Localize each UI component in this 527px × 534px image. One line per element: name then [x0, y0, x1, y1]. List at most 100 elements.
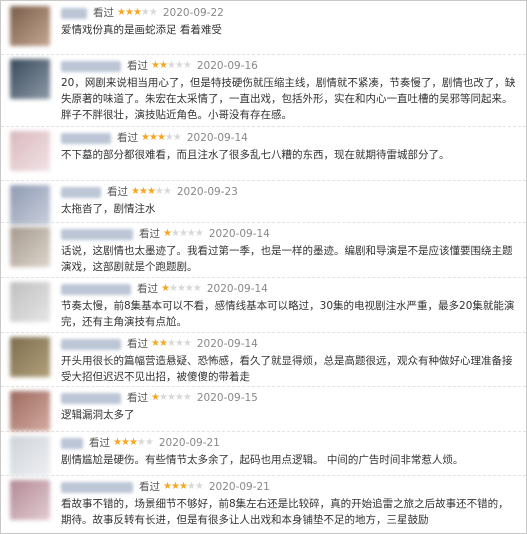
star-rating: ★★★★★	[151, 59, 192, 73]
review-text: 看故事不错的，场景细节不够好，前8集左右还是比较碎，真的开始追雷之旅之后故事还不…	[61, 498, 509, 526]
user-avatar[interactable]	[10, 185, 50, 225]
star-icon: ★	[186, 228, 196, 239]
review-item: 看过 ★★★★★ 2020-09-22 爱情戏份真的是画蛇添足 看着难受	[1, 1, 526, 55]
review-text: 逻辑漏洞太多了	[61, 409, 135, 421]
seen-label: 看过	[127, 60, 148, 72]
username-blurred[interactable]	[61, 437, 83, 449]
username-blurred[interactable]	[61, 283, 131, 295]
star-icon: ★	[128, 437, 138, 448]
user-avatar[interactable]	[10, 391, 50, 431]
review-meta: 看过 ★★★★★ 2020-09-14	[61, 227, 270, 241]
username-blurred[interactable]	[61, 132, 111, 144]
review-meta: 看过 ★★★★★ 2020-09-22	[61, 6, 224, 20]
user-avatar[interactable]	[10, 59, 50, 99]
star-icon: ★	[182, 392, 192, 403]
review-meta: 看过 ★★★★★ 2020-09-16	[61, 59, 258, 73]
user-avatar[interactable]	[10, 6, 50, 46]
review-text: 话说，这剧情也太墨迹了。我看过第一季，也是一样的墨迹。编剧和导演是不是应该懂要围…	[61, 245, 513, 273]
review-text: 剧情尴尬是硬伤。有些情节太多余了，起码也用点逻辑。 中间的广告时间非常惹人烦。	[61, 454, 464, 466]
user-avatar[interactable]	[10, 282, 50, 322]
star-icon: ★	[186, 481, 196, 492]
username-blurred[interactable]	[61, 186, 101, 198]
star-rating: ★★★★★	[151, 337, 192, 351]
star-icon: ★	[163, 481, 172, 492]
user-avatar[interactable]	[10, 227, 50, 267]
star-icon: ★	[158, 392, 168, 403]
review-panel: 看过 ★★★★★ 2020-09-22 爱情戏份真的是画蛇添足 看着难受 看过 ★★★…	[0, 0, 527, 534]
star-rating: ★★★★★	[117, 6, 158, 20]
star-icon: ★	[124, 7, 134, 18]
username-blurred[interactable]	[61, 392, 121, 404]
star-icon: ★	[154, 186, 164, 197]
username-blurred[interactable]	[61, 7, 87, 19]
user-avatar[interactable]	[10, 480, 50, 520]
star-icon: ★	[158, 60, 168, 71]
star-icon: ★	[146, 186, 156, 197]
review-meta: 看过 ★★★★★ 2020-09-15	[61, 391, 258, 405]
review-item: 看过 ★★★★★ 2020-09-21 看故事不错的，场景细节不够好，前8集左右还是…	[1, 475, 526, 533]
seen-label: 看过	[127, 338, 148, 350]
star-icon: ★	[172, 132, 182, 143]
review-date: 2020-09-14	[206, 283, 268, 295]
review-item: 看过 ★★★★★ 2020-09-14 开头用很长的篇幅营造悬疑、恐怖感，看久了就显…	[1, 332, 526, 387]
star-icon: ★	[156, 132, 166, 143]
star-icon: ★	[131, 186, 140, 197]
review-item: 看过 ★★★★★ 2020-09-14 话说，这剧情也太墨迹了。我看过第一季，也是一…	[1, 222, 526, 278]
review-date: 2020-09-15	[196, 392, 258, 404]
seen-label: 看过	[107, 186, 128, 198]
star-icon: ★	[140, 7, 150, 18]
review-date: 2020-09-16	[196, 60, 258, 72]
review-date: 2020-09-21	[158, 437, 220, 449]
review-meta: 看过 ★★★★★ 2020-09-14	[61, 337, 258, 351]
review-date: 2020-09-23	[176, 186, 238, 198]
user-avatar[interactable]	[10, 131, 50, 171]
review-date: 2020-09-14	[196, 338, 258, 350]
review-item: 看过 ★★★★★ 2020-09-23 太拖沓了，剧情注水	[1, 180, 526, 225]
star-icon: ★	[164, 132, 174, 143]
username-blurred[interactable]	[61, 60, 121, 72]
star-icon: ★	[170, 228, 180, 239]
star-icon: ★	[117, 7, 126, 18]
review-meta: 看过 ★★★★★ 2020-09-21	[61, 436, 220, 450]
seen-label: 看过	[127, 392, 148, 404]
star-icon: ★	[141, 132, 150, 143]
star-icon: ★	[174, 392, 184, 403]
star-icon: ★	[184, 283, 194, 294]
star-icon: ★	[182, 60, 192, 71]
star-icon: ★	[178, 228, 188, 239]
star-icon: ★	[166, 392, 176, 403]
star-icon: ★	[178, 481, 188, 492]
star-rating: ★★★★★	[151, 391, 192, 405]
review-text: 太拖沓了，剧情注水	[61, 203, 156, 215]
username-blurred[interactable]	[61, 228, 133, 240]
star-icon: ★	[148, 7, 158, 18]
username-blurred[interactable]	[61, 338, 121, 350]
star-icon: ★	[168, 283, 178, 294]
star-icon: ★	[174, 338, 184, 349]
review-item: 看过 ★★★★★ 2020-09-14 不下墓的部分都很难看，而且注水了很多乱七八糟…	[1, 126, 526, 181]
review-meta: 看过 ★★★★★ 2020-09-23	[61, 185, 238, 199]
star-rating: ★★★★★	[141, 131, 182, 145]
star-icon: ★	[194, 481, 204, 492]
star-rating: ★★★★★	[161, 282, 202, 296]
star-icon: ★	[194, 228, 204, 239]
user-avatar[interactable]	[10, 337, 50, 377]
review-item: 看过 ★★★★★ 2020-09-16 20，网剧来说相当用心了，但是特技硬伤就压缩…	[1, 54, 526, 127]
star-icon: ★	[151, 392, 160, 403]
star-icon: ★	[144, 437, 154, 448]
star-rating: ★★★★★	[163, 480, 204, 494]
star-icon: ★	[136, 437, 146, 448]
seen-label: 看过	[117, 132, 138, 144]
seen-label: 看过	[137, 283, 158, 295]
star-icon: ★	[138, 186, 148, 197]
seen-label: 看过	[139, 228, 160, 240]
review-text: 20，网剧来说相当用心了，但是特技硬伤就压缩主线，剧情就不紧凑，节奏慢了，剧情也…	[61, 77, 516, 121]
review-text: 不下墓的部分都很难看，而且注水了很多乱七八糟的东西，现在就期待雷城部分了。	[61, 149, 450, 161]
review-date: 2020-09-21	[208, 481, 270, 493]
user-avatar[interactable]	[10, 436, 50, 476]
star-icon: ★	[151, 338, 160, 349]
username-blurred[interactable]	[61, 481, 133, 493]
review-meta: 看过 ★★★★★ 2020-09-21	[61, 480, 270, 494]
star-icon: ★	[148, 132, 158, 143]
star-icon: ★	[182, 338, 192, 349]
